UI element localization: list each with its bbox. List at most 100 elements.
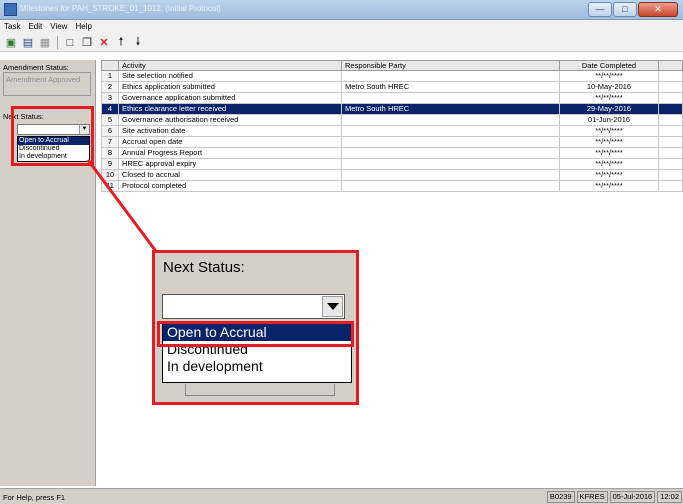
row-date-completed[interactable]: **/**/**** — [559, 147, 659, 159]
table-row[interactable]: 1 Site selection notified **/**/**** — [101, 70, 683, 82]
row-activity[interactable]: Governance application submitted — [118, 92, 342, 104]
copy-document-icon[interactable]: ❐ — [80, 36, 94, 50]
window-controls: — □ ✕ — [588, 2, 678, 17]
row-responsible-party[interactable] — [341, 125, 560, 137]
row-number[interactable]: 4 — [101, 103, 119, 115]
row-number[interactable]: 10 — [101, 169, 119, 181]
row-date-completed[interactable]: **/**/**** — [559, 136, 659, 148]
row-filler — [658, 103, 683, 115]
row-date-completed[interactable]: **/**/**** — [559, 169, 659, 181]
toolbar-separator — [57, 36, 58, 49]
zoom-option-in-development[interactable]: In development — [163, 358, 351, 375]
row-activity[interactable]: Site activation date — [118, 125, 342, 137]
zoom-next-status-combo[interactable] — [162, 294, 345, 319]
row-responsible-party[interactable] — [341, 169, 560, 181]
move-down-icon[interactable]: 🠗 — [131, 36, 145, 50]
table-row[interactable]: 7 Accrual open date **/**/**** — [101, 136, 683, 148]
status-user: KFRES — [576, 491, 608, 503]
minimize-button[interactable]: — — [588, 2, 612, 17]
row-date-completed[interactable]: **/**/**** — [559, 70, 659, 82]
status-bar: For Help, press F1 B0239 KFRES 05-Jul-20… — [0, 488, 683, 504]
row-number[interactable]: 3 — [101, 92, 119, 104]
row-activity[interactable]: Annual Progress Report — [118, 147, 342, 159]
menu-task[interactable]: Task — [4, 20, 20, 34]
row-responsible-party[interactable] — [341, 136, 560, 148]
row-responsible-party[interactable] — [341, 180, 560, 192]
grid-header: Activity Responsible Party Date Complete… — [101, 60, 683, 71]
delete-icon[interactable]: ✕ — [97, 36, 111, 50]
table-row[interactable]: 5 Governance authorisation received 01-Jun… — [101, 114, 683, 126]
help-text: For Help, press F1 — [3, 493, 66, 502]
row-filler — [658, 81, 683, 93]
row-responsible-party[interactable] — [341, 147, 560, 159]
table-row[interactable]: 9 HREC approval expiry **/**/**** — [101, 158, 683, 170]
table-row[interactable]: 8 Annual Progress Report **/**/**** — [101, 147, 683, 159]
amendment-status-value: Amendment Approved — [3, 72, 91, 96]
row-date-completed[interactable]: **/**/**** — [559, 92, 659, 104]
row-filler — [658, 169, 683, 181]
zoom-callout: Next Status: Open to Accrual Discontinue… — [152, 250, 359, 405]
row-responsible-party[interactable]: Metro South HREC — [341, 81, 560, 93]
menu-bar: Task Edit View Help — [0, 20, 683, 34]
save-exit-icon[interactable]: ▣ — [4, 36, 18, 50]
row-number[interactable]: 2 — [101, 81, 119, 93]
table-row[interactable]: 4 Ethics clearance letter received Metro S… — [101, 103, 683, 115]
table-row[interactable]: 11 Protocol completed **/**/**** — [101, 180, 683, 192]
row-date-completed[interactable]: **/**/**** — [559, 158, 659, 170]
row-responsible-party[interactable] — [341, 114, 560, 126]
row-filler — [658, 136, 683, 148]
row-number[interactable]: 6 — [101, 125, 119, 137]
highlight-box-zoom — [157, 321, 354, 347]
row-filler — [658, 70, 683, 82]
row-filler — [658, 147, 683, 159]
highlight-box-small — [11, 106, 94, 166]
zoom-chevron-down-icon[interactable] — [322, 296, 343, 317]
row-number[interactable]: 8 — [101, 147, 119, 159]
move-up-icon[interactable]: 🠕 — [114, 36, 128, 50]
app-icon — [4, 3, 17, 16]
row-activity[interactable]: Ethics application submitted — [118, 81, 342, 93]
menu-edit[interactable]: Edit — [28, 20, 42, 34]
header-responsible-party[interactable]: Responsible Party — [341, 60, 560, 71]
maximize-button[interactable]: □ — [613, 2, 637, 17]
row-activity[interactable]: Accrual open date — [118, 136, 342, 148]
menu-help[interactable]: Help — [75, 20, 91, 34]
status-time: 12:02 — [657, 491, 682, 503]
row-number[interactable]: 9 — [101, 158, 119, 170]
row-date-completed[interactable]: 10-May-2016 — [559, 81, 659, 93]
save-icon[interactable]: ▤ — [21, 36, 35, 50]
row-date-completed[interactable]: 01-Jun-2016 — [559, 114, 659, 126]
table-row[interactable]: 3 Governance application submitted **/**/*… — [101, 92, 683, 104]
row-activity[interactable]: Protocol completed — [118, 180, 342, 192]
toolbar: ▣ ▤ ▦ □ ❐ ✕ 🠕 🠗 — [0, 34, 683, 52]
table-row[interactable]: 10 Closed to accrual **/**/**** — [101, 169, 683, 181]
row-filler — [658, 92, 683, 104]
row-date-completed[interactable]: 29-May-2016 — [559, 103, 659, 115]
row-activity[interactable]: Closed to accrual — [118, 169, 342, 181]
row-activity[interactable]: Governance authorisation received — [118, 114, 342, 126]
row-date-completed[interactable]: **/**/**** — [559, 125, 659, 137]
grid-icon[interactable]: ▦ — [38, 36, 52, 50]
row-responsible-party[interactable] — [341, 70, 560, 82]
zoom-button-edge — [185, 384, 335, 396]
header-num[interactable] — [101, 60, 119, 71]
row-responsible-party[interactable] — [341, 92, 560, 104]
table-row[interactable]: 2 Ethics application submitted Metro South… — [101, 81, 683, 93]
row-activity[interactable]: HREC approval expiry — [118, 158, 342, 170]
row-number[interactable]: 5 — [101, 114, 119, 126]
header-date-completed[interactable]: Date Completed — [559, 60, 659, 71]
close-button[interactable]: ✕ — [638, 2, 678, 17]
row-responsible-party[interactable]: Metro South HREC — [341, 103, 560, 115]
menu-view[interactable]: View — [50, 20, 67, 34]
title-bar: Milestones for PAH_STROKE_01_1012. (Init… — [0, 0, 683, 20]
new-document-icon[interactable]: □ — [63, 36, 77, 50]
row-number[interactable]: 1 — [101, 70, 119, 82]
row-activity[interactable]: Site selection notified — [118, 70, 342, 82]
row-responsible-party[interactable] — [341, 158, 560, 170]
row-date-completed[interactable]: **/**/**** — [559, 180, 659, 192]
row-number[interactable]: 11 — [101, 180, 119, 192]
header-activity[interactable]: Activity — [118, 60, 342, 71]
table-row[interactable]: 6 Site activation date **/**/**** — [101, 125, 683, 137]
row-activity[interactable]: Ethics clearance letter received — [118, 103, 342, 115]
row-number[interactable]: 7 — [101, 136, 119, 148]
